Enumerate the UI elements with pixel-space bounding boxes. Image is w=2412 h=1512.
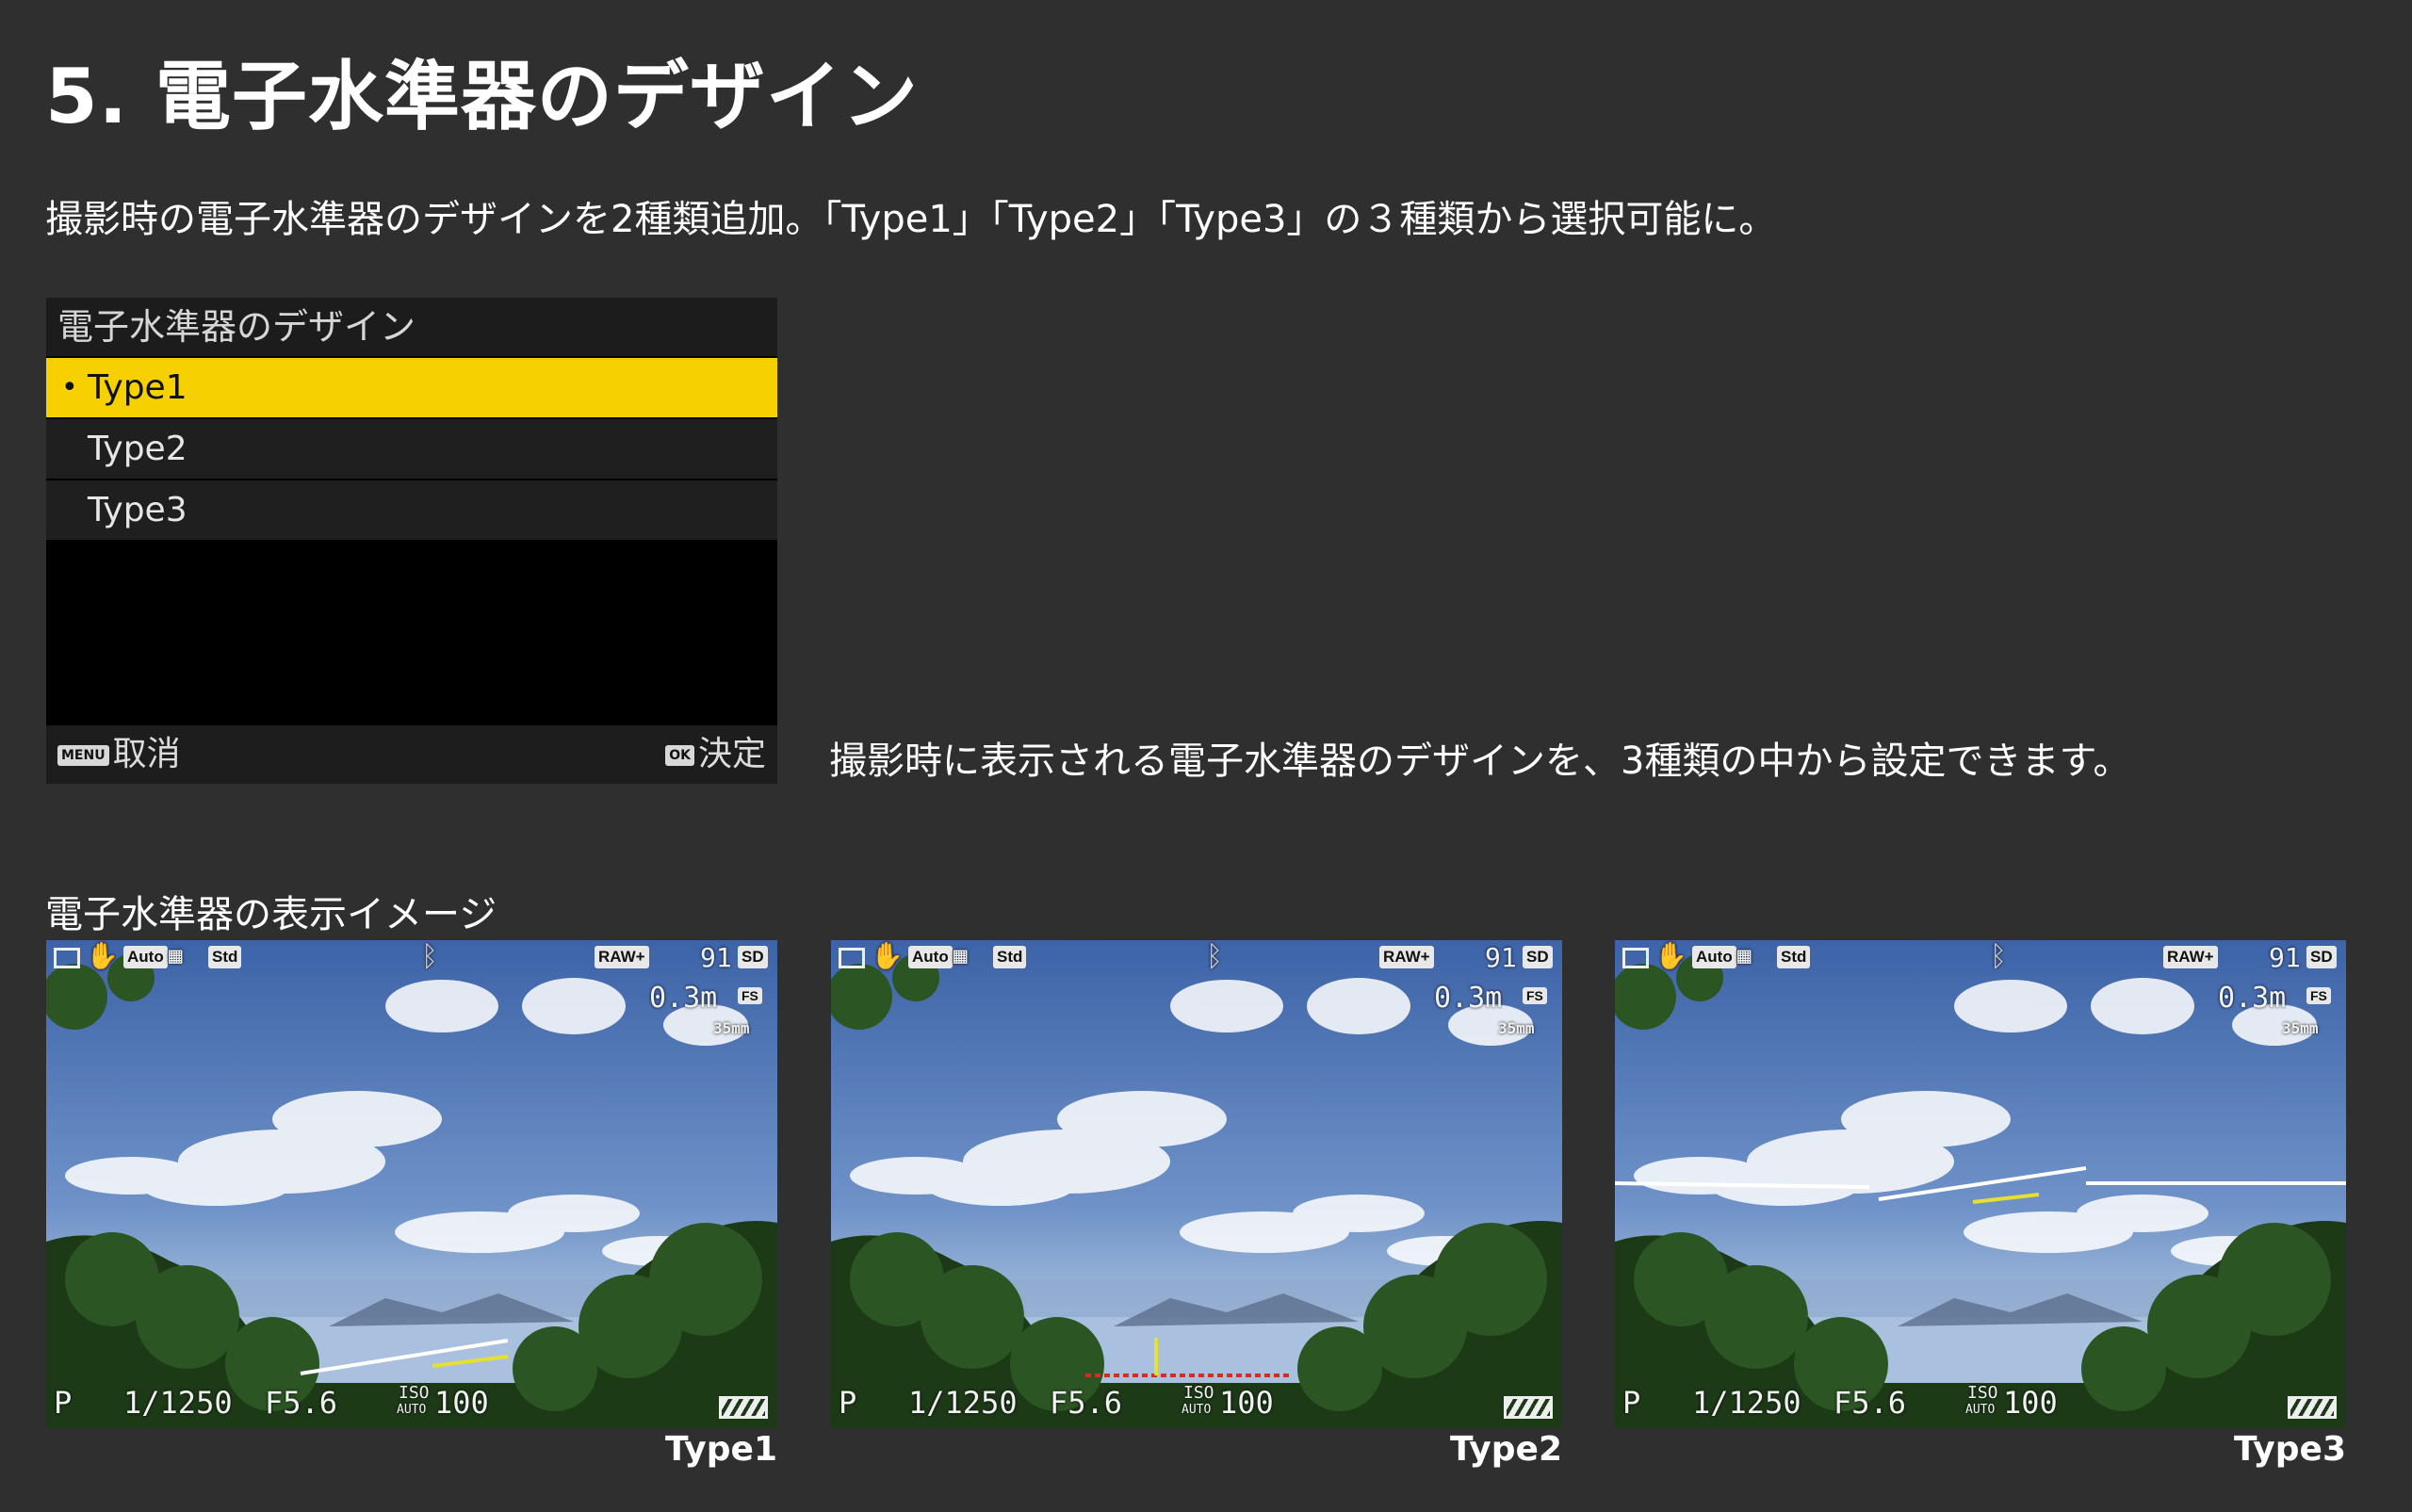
iso-label: ISO [399,1383,430,1403]
std-tag: Std [1777,946,1811,968]
metering-grid-icon: ▦ [953,942,968,968]
menu-header: 電子水準器のデザイン [46,298,777,356]
shake-reduction-icon: ✋ [1654,940,1687,971]
bluetooth-icon: ᛒ [1206,940,1223,973]
exposure-mode: P [839,1385,857,1421]
camera-hud: ✋ Auto ▦ Std ᛒ RAW+ 91 SD 0.3m FS 35mm P… [1615,940,2346,1428]
menu-item-type1[interactable]: • Type1 [46,356,777,417]
drive-mode-icon [839,948,865,968]
battery-icon [2288,1396,2337,1419]
bluetooth-icon: ᛒ [1990,940,2007,973]
std-tag: Std [993,946,1027,968]
menu-item-label: Type1 [88,368,187,407]
iso-value: 100 [2003,1385,2058,1421]
shots-remaining: 91 [2269,942,2301,973]
battery-icon [719,1396,768,1419]
menu-footer: MENU 取消 OK 決定 [46,725,777,784]
menu-button-tag: MENU [57,745,109,766]
preview-caption-type1: Type1 [665,1430,777,1469]
preview-image-type1: ✋ Auto ▦ Std ᛒ RAW+ 91 SD 0.3m FS 35mm P… [46,940,777,1428]
iso-auto-label: AUTO [397,1403,427,1417]
preview-caption-type2: Type2 [1450,1430,1562,1469]
cancel-label: 取消 [112,735,181,773]
focus-distance: 0.3m [1434,982,1503,1015]
iso-value: 100 [434,1385,489,1421]
iso-auto-label: AUTO [1182,1403,1212,1417]
shutter-speed: 1/1250 [123,1385,233,1421]
preview-caption-type3: Type3 [2234,1430,2346,1469]
raw-tag: RAW+ [1379,946,1434,968]
aperture-value: F5.6 [1050,1385,1123,1421]
shots-remaining: 91 [1485,942,1517,973]
raw-tag: RAW+ [595,946,649,968]
iso-label: ISO [1183,1383,1214,1403]
iso-auto-label: AUTO [1965,1403,1996,1417]
sd-card-tag: SD [1523,946,1553,968]
menu-item-label: Type3 [88,491,187,529]
shake-reduction-icon: ✋ [871,940,904,971]
menu-description: 撮影時に表示される電子水準器のデザインを、3種類の中から設定できます。 [829,740,2131,783]
menu-item-label: Type2 [88,430,187,468]
exposure-mode: P [54,1385,73,1421]
sd-card-tag: SD [2306,946,2337,968]
fs-tag: FS [1523,987,1547,1004]
preview-image-type3: ✋ Auto ▦ Std ᛒ RAW+ 91 SD 0.3m FS 35mm P… [1615,940,2346,1428]
preview-image-type2: ✋ Auto ▦ Std ᛒ RAW+ 91 SD 0.3m FS 35mm P… [831,940,1562,1428]
camera-hud: ✋ Auto ▦ Std ᛒ RAW+ 91 SD 0.3m FS 35mm P… [831,940,1562,1428]
focal-length: 35mm [2282,1019,2319,1037]
shake-reduction-icon: ✋ [86,940,119,971]
drive-mode-icon [54,948,80,968]
ok-button-tag: OK [665,745,694,766]
section-title: 電子水準器の表示イメージ [45,893,497,936]
level-design-menu: 電子水準器のデザイン • Type1 Type2 Type3 MENU 取消 OK… [46,298,777,784]
std-tag: Std [208,946,242,968]
ok-button[interactable]: OK 決定 [665,725,766,784]
focal-length: 35mm [1498,1019,1535,1037]
auto-tag: Auto [1692,946,1736,968]
focus-distance: 0.3m [2218,982,2287,1015]
iso-label: ISO [1967,1383,1998,1403]
selected-bullet-icon: • [61,371,78,404]
fs-tag: FS [738,987,762,1004]
raw-tag: RAW+ [2163,946,2218,968]
cancel-button[interactable]: MENU 取消 [57,725,181,784]
shutter-speed: 1/1250 [1692,1385,1801,1421]
aperture-value: F5.6 [1833,1385,1907,1421]
fs-tag: FS [2306,987,2331,1004]
auto-tag: Auto [123,946,168,968]
focus-distance: 0.3m [649,982,718,1015]
metering-grid-icon: ▦ [169,942,183,968]
exposure-mode: P [1622,1385,1641,1421]
aperture-value: F5.6 [265,1385,338,1421]
page-title: 5. 電子水準器のデザイン [45,53,919,140]
focal-length: 35mm [713,1019,750,1037]
menu-item-type2[interactable]: Type2 [46,417,777,479]
menu-item-type3[interactable]: Type3 [46,479,777,540]
auto-tag: Auto [908,946,953,968]
battery-icon [1504,1396,1553,1419]
metering-grid-icon: ▦ [1737,942,1752,968]
shots-remaining: 91 [700,942,732,973]
camera-hud: ✋ Auto ▦ Std ᛒ RAW+ 91 SD 0.3m FS 35mm P… [46,940,777,1428]
ok-label: 決定 [697,735,766,773]
bluetooth-icon: ᛒ [421,940,438,973]
iso-value: 100 [1219,1385,1274,1421]
sd-card-tag: SD [738,946,768,968]
shutter-speed: 1/1250 [908,1385,1018,1421]
drive-mode-icon [1622,948,1649,968]
intro-text: 撮影時の電子水準器のデザインを2種類追加。「Type1」「Type2」「Type… [45,198,1777,241]
